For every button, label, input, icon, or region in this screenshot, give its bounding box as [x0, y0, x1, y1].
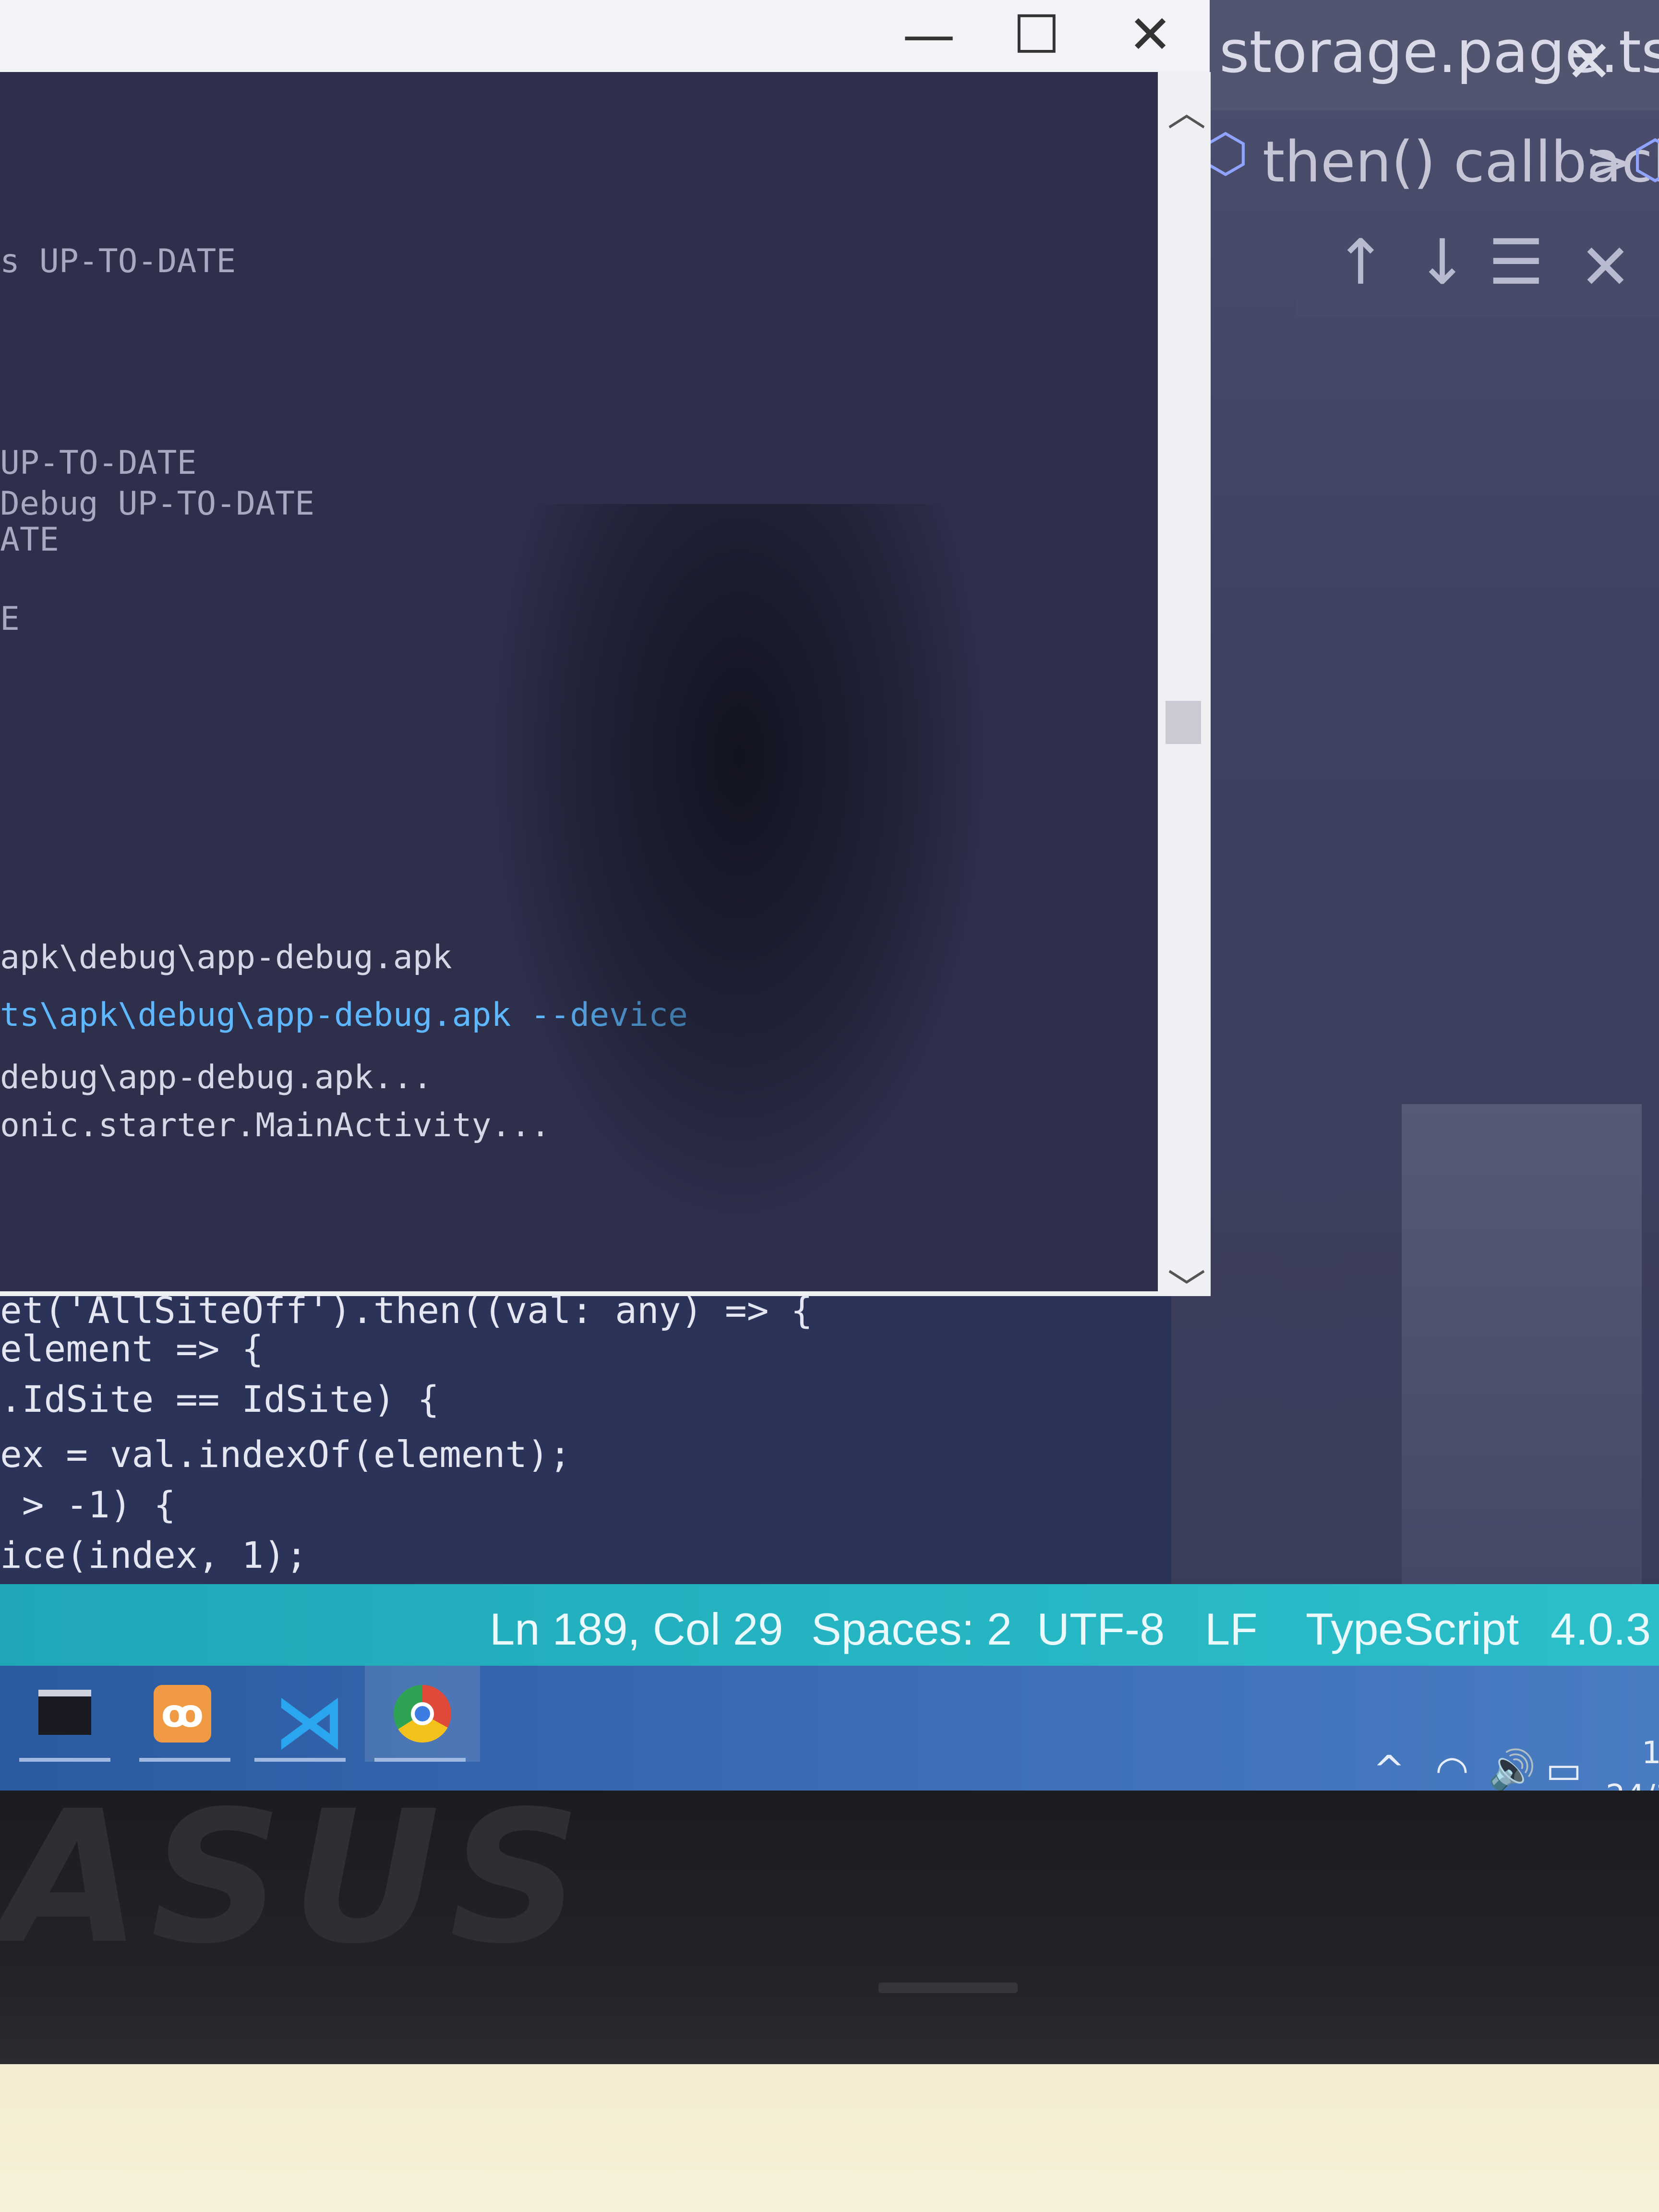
desk-surface [0, 2064, 1659, 2212]
status-language-mode[interactable]: TypeScript [1306, 1603, 1519, 1655]
code-line: element => { [0, 1327, 264, 1370]
terminal-line: Debug UP-TO-DATE [0, 485, 315, 523]
close-icon[interactable]: ✕ [1579, 230, 1632, 303]
status-indentation[interactable]: Spaces: 2 [811, 1603, 1012, 1655]
breadcrumb-separator: > [1584, 129, 1632, 195]
volume-icon[interactable]: 🔊 [1488, 1747, 1536, 1792]
code-line: .IdSite == IdSite) { [0, 1378, 440, 1420]
terminal-line: onic.starter.MainActivity... [0, 1106, 551, 1144]
close-button[interactable]: ✕ [1128, 4, 1172, 65]
code-line: ex = val.indexOf(element); [0, 1433, 571, 1476]
terminal-line: debug\app-debug.apk... [0, 1058, 433, 1096]
arrow-up-icon[interactable]: ↑ [1334, 226, 1387, 299]
scrollbar-thumb[interactable] [1166, 701, 1201, 744]
status-cursor-position[interactable]: Ln 189, Col 29 [490, 1603, 783, 1655]
terminal-line: apk\debug\app-debug.apk [0, 938, 452, 976]
terminal-line: E [0, 600, 20, 638]
chrome-icon [394, 1685, 451, 1743]
status-typescript-version[interactable]: 4.0.3 [1551, 1603, 1651, 1655]
vscode-icon: ⋊ [274, 1680, 346, 1764]
minimize-button[interactable]: — [902, 4, 955, 65]
clock-time[interactable]: 1 [1642, 1735, 1659, 1771]
terminal-line: UP-TO-DATE [0, 444, 197, 482]
terminal-window [0, 0, 1171, 1296]
code-line: > -1) { [0, 1483, 176, 1526]
cube-icon: ⬡ [1632, 129, 1659, 190]
laptop-hinge [878, 1983, 1018, 1993]
terminal-line: s UP-TO-DATE [0, 242, 236, 280]
terminal-line: ATE [0, 521, 59, 559]
status-encoding[interactable]: UTF-8 [1037, 1603, 1165, 1655]
taskbar-terminal-button[interactable] [10, 1666, 115, 1762]
taskbar-vscode-button[interactable]: ⋊ [245, 1666, 350, 1764]
chevron-down-icon[interactable]: ﹀ [1167, 1258, 1206, 1313]
chevron-up-icon[interactable]: ︿ [1167, 82, 1206, 137]
battery-icon[interactable]: ▭ [1546, 1747, 1582, 1792]
taskbar-chrome-button[interactable] [365, 1666, 480, 1762]
xampp-icon: ꝏ [154, 1685, 211, 1743]
arrow-down-icon[interactable]: ↓ [1416, 226, 1468, 299]
maximize-button[interactable]: ☐ [1013, 4, 1060, 65]
find-in-selection-icon[interactable]: ☰ [1488, 226, 1544, 299]
code-line: ice(index, 1); [0, 1534, 308, 1576]
brand-logo: ASUS [0, 1771, 591, 1984]
scrollbar[interactable] [1158, 72, 1211, 1296]
status-line-ending[interactable]: LF [1205, 1603, 1258, 1655]
tab-close-icon[interactable]: ✕ [1565, 29, 1613, 96]
taskbar-xampp-button[interactable]: ꝏ [130, 1666, 235, 1762]
show-hidden-icons-icon[interactable]: ^ [1373, 1747, 1405, 1792]
terminal-icon [38, 1690, 91, 1735]
wifi-icon[interactable]: ◠ [1435, 1747, 1469, 1792]
code-line: et('AllSiteOff').then((val: any) => { [0, 1289, 813, 1332]
terminal-command-line: ts\apk\debug\app-debug.apk --device [0, 996, 688, 1034]
